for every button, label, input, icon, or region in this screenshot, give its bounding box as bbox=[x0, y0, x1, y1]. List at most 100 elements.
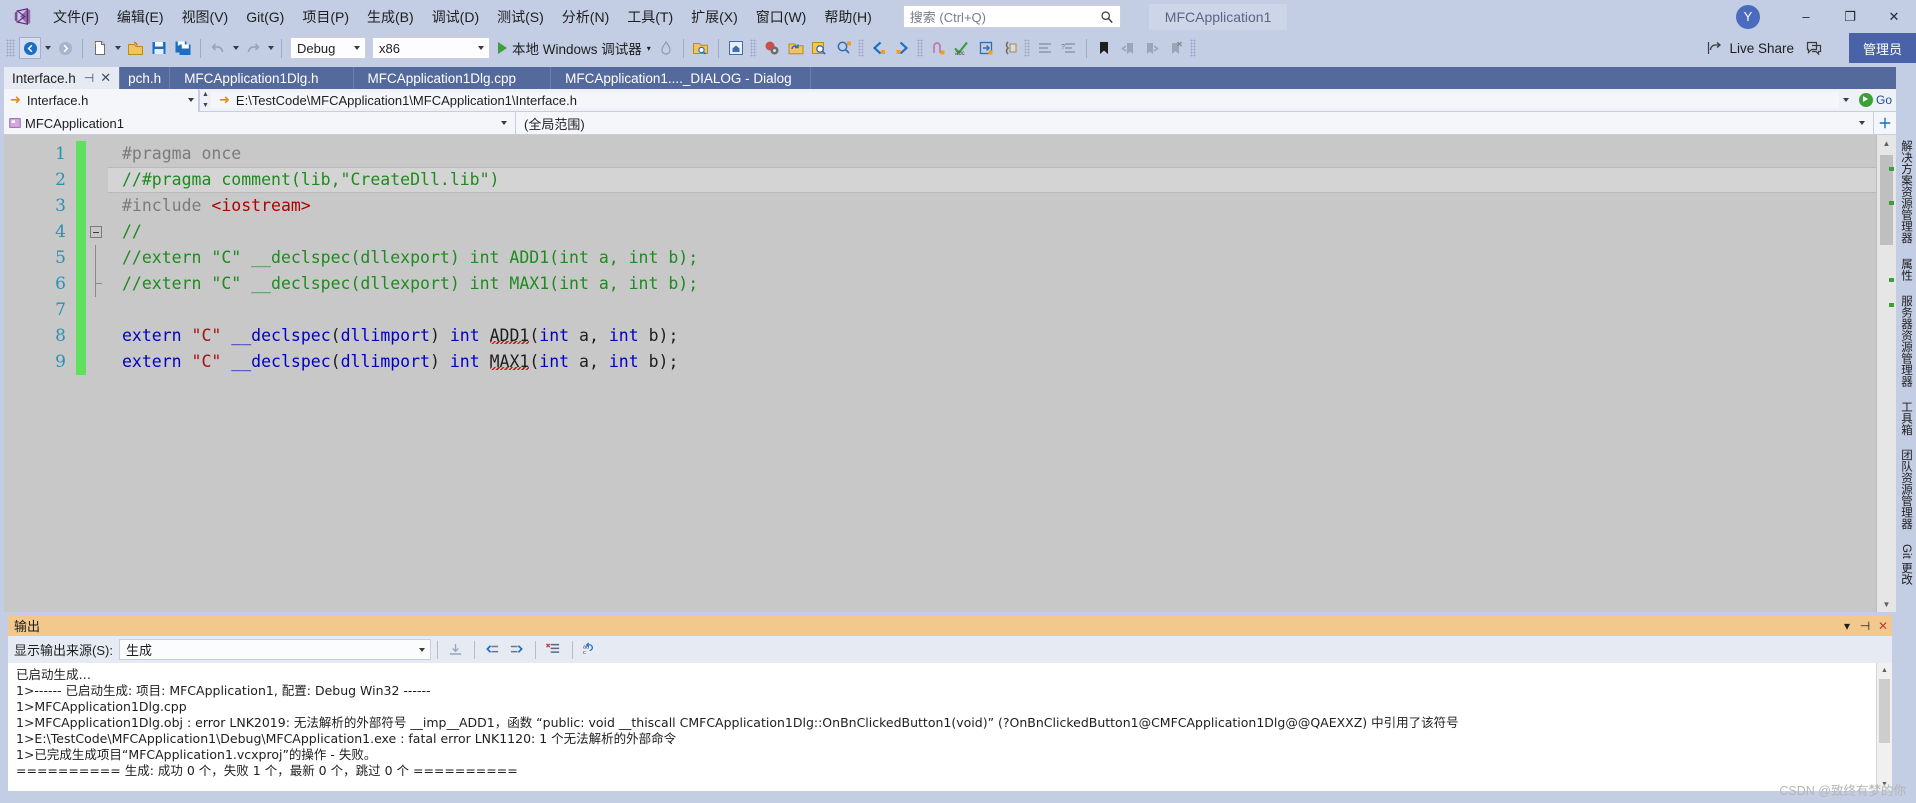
tool-tab-properties[interactable]: 属性 bbox=[1897, 251, 1915, 288]
go-button[interactable]: Go bbox=[1857, 93, 1896, 107]
toolbar-grip-2[interactable] bbox=[749, 39, 757, 57]
expand-scope-icon[interactable] bbox=[1874, 116, 1896, 130]
undo-nav-icon[interactable] bbox=[927, 37, 949, 59]
close-icon[interactable]: ✕ bbox=[100, 70, 111, 86]
menu-project[interactable]: 项目(P) bbox=[293, 3, 358, 31]
file-spinner[interactable]: ▲ ▼ bbox=[199, 89, 211, 111]
dock-icon[interactable]: ⊣ bbox=[1856, 619, 1874, 633]
output-scroll-thumb[interactable] bbox=[1879, 679, 1890, 743]
menu-analyze[interactable]: 分析(N) bbox=[553, 3, 618, 31]
tool-tab-solution-explorer[interactable]: 解决方案资源管理器 bbox=[1897, 133, 1915, 251]
live-share-button[interactable]: Live Share bbox=[1699, 40, 1802, 56]
menu-window[interactable]: 窗口(W) bbox=[747, 3, 816, 31]
feedback-icon[interactable] bbox=[1803, 37, 1825, 59]
code-editor[interactable]: 1 2 3 4 5 6 7 8 9 #pragma once //#pragma… bbox=[4, 135, 1896, 612]
toggle-bookmark-icon[interactable] bbox=[1093, 37, 1115, 59]
menu-build[interactable]: 生成(B) bbox=[358, 3, 423, 31]
toolbar-grip[interactable] bbox=[6, 39, 15, 57]
output-source-combo[interactable]: 生成 bbox=[118, 639, 431, 660]
function-scope-combo[interactable]: (全局范围) bbox=[516, 111, 1874, 135]
menu-extensions[interactable]: 扩展(X) bbox=[682, 3, 747, 31]
comment-selection-icon[interactable] bbox=[1034, 37, 1056, 59]
tool-tab-git-changes[interactable]: Git 更改 bbox=[1897, 537, 1915, 592]
redo-dropdown[interactable] bbox=[265, 37, 276, 59]
insert-snippet-icon[interactable] bbox=[999, 37, 1021, 59]
toolbar-grip-4[interactable] bbox=[916, 39, 923, 57]
chevron-down-icon-path[interactable] bbox=[1839, 98, 1853, 102]
clear-output-icon[interactable] bbox=[542, 639, 566, 661]
collapse-icon[interactable] bbox=[90, 226, 102, 238]
chevron-down-icon-function[interactable] bbox=[1855, 121, 1869, 125]
toolbar-grip-6[interactable] bbox=[1189, 39, 1196, 57]
clear-bookmarks-icon[interactable] bbox=[1165, 37, 1187, 59]
editor-vertical-scrollbar[interactable]: ▲ ▼ bbox=[1876, 135, 1896, 612]
chevron-down-icon-class[interactable] bbox=[497, 121, 511, 125]
close-button[interactable]: ✕ bbox=[1872, 0, 1916, 33]
scroll-down-icon[interactable]: ▼ bbox=[1877, 596, 1896, 612]
toolbar-grip-5[interactable] bbox=[1023, 39, 1030, 57]
toolbar-grip-3[interactable] bbox=[857, 39, 864, 57]
file-path-bar[interactable]: ➜ E:\TestCode\MFCApplication1\MFCApplica… bbox=[211, 92, 1839, 108]
save-icon[interactable] bbox=[148, 37, 170, 59]
goto-definition-icon[interactable] bbox=[975, 37, 997, 59]
maximize-button[interactable]: ❐ bbox=[1828, 0, 1872, 33]
undo-icon[interactable] bbox=[207, 37, 229, 59]
hot-reload-icon[interactable] bbox=[655, 37, 677, 59]
code-text-area[interactable]: #pragma once //#pragma comment(lib,"Crea… bbox=[108, 135, 1876, 612]
chevron-down-icon-file[interactable] bbox=[184, 98, 198, 102]
minimize-button[interactable]: – bbox=[1784, 0, 1828, 33]
tab-interface-h[interactable]: Interface.h ⊣ ✕ bbox=[4, 67, 121, 89]
menu-edit[interactable]: 编辑(E) bbox=[108, 3, 173, 31]
avatar[interactable]: Y bbox=[1736, 4, 1760, 29]
tab-mfcapplication1dlg-h[interactable]: MFCApplication1Dlg.h bbox=[170, 67, 354, 89]
verify-icon[interactable]: abc bbox=[951, 37, 973, 59]
solution-platform-combo[interactable]: x86 bbox=[372, 37, 490, 59]
previous-message-icon[interactable] bbox=[481, 639, 505, 661]
class-scope-combo[interactable]: MFCApplication1 bbox=[4, 111, 516, 135]
menu-view[interactable]: 视图(V) bbox=[173, 3, 238, 31]
goto-message-icon[interactable] bbox=[444, 639, 468, 661]
close-icon-output[interactable]: ✕ bbox=[1874, 619, 1892, 633]
refresh-folder-icon[interactable] bbox=[785, 37, 807, 59]
output-scroll-up-icon[interactable]: ▲ bbox=[1877, 663, 1892, 677]
menu-git[interactable]: Git(G) bbox=[237, 3, 293, 31]
breakpoint-settings-icon[interactable] bbox=[761, 37, 783, 59]
find-in-files-icon[interactable] bbox=[809, 37, 831, 59]
scroll-up-icon[interactable]: ▲ bbox=[1877, 135, 1896, 151]
active-file-combo[interactable]: ➜ Interface.h bbox=[4, 88, 199, 112]
outlining-margin[interactable] bbox=[86, 135, 108, 612]
save-all-icon[interactable] bbox=[172, 37, 194, 59]
pin-icon[interactable]: ⊣ bbox=[84, 71, 94, 85]
navigate-back-blue-icon[interactable] bbox=[868, 37, 890, 59]
quick-find-icon[interactable] bbox=[833, 37, 855, 59]
navigate-forward-blue-icon[interactable] bbox=[892, 37, 914, 59]
menu-help[interactable]: 帮助(H) bbox=[815, 3, 880, 31]
new-file-dropdown[interactable] bbox=[112, 37, 123, 59]
menu-file[interactable]: 文件(F) bbox=[44, 3, 108, 31]
output-vertical-scrollbar[interactable]: ▲ ▼ bbox=[1876, 663, 1892, 791]
navigate-backward-dropdown[interactable] bbox=[42, 37, 53, 59]
menu-debug[interactable]: 调试(D) bbox=[423, 3, 488, 31]
navigate-backward-icon[interactable] bbox=[19, 37, 41, 59]
uncomment-selection-icon[interactable]: ? bbox=[1058, 37, 1080, 59]
navigate-forward-icon[interactable] bbox=[54, 37, 76, 59]
undo-dropdown[interactable] bbox=[230, 37, 241, 59]
open-file-icon[interactable] bbox=[124, 37, 146, 59]
tab-mfcapplication1dlg-cpp[interactable]: MFCApplication1Dlg.cpp bbox=[354, 67, 552, 89]
home-window-icon[interactable] bbox=[725, 37, 747, 59]
tool-tab-toolbox[interactable]: 工具箱 bbox=[1897, 394, 1915, 443]
start-debugging-button[interactable]: 本地 Windows 调试器 ▾ bbox=[493, 36, 654, 60]
redo-icon[interactable] bbox=[242, 37, 264, 59]
tool-tab-team-explorer[interactable]: 团队资源管理器 bbox=[1897, 442, 1915, 537]
tab-dialog-designer[interactable]: MFCApplication1...._DIALOG - Dialog bbox=[551, 67, 811, 89]
next-message-icon[interactable] bbox=[505, 639, 529, 661]
solution-configuration-combo[interactable]: Debug bbox=[290, 37, 366, 59]
tool-tab-server-explorer[interactable]: 服务器资源管理器 bbox=[1897, 288, 1915, 394]
new-file-icon[interactable] bbox=[89, 37, 111, 59]
word-wrap-icon[interactable]: ab c bbox=[579, 639, 603, 661]
search-input[interactable]: 搜索 (Ctrl+Q) bbox=[902, 5, 1121, 28]
previous-bookmark-icon[interactable] bbox=[1117, 37, 1139, 59]
output-text-area[interactable]: 已启动生成… 1>------ 已启动生成: 项目: MFCApplicatio… bbox=[8, 663, 1892, 791]
next-bookmark-icon[interactable] bbox=[1141, 37, 1163, 59]
chevron-down-icon-output[interactable]: ▾ bbox=[1838, 619, 1856, 633]
